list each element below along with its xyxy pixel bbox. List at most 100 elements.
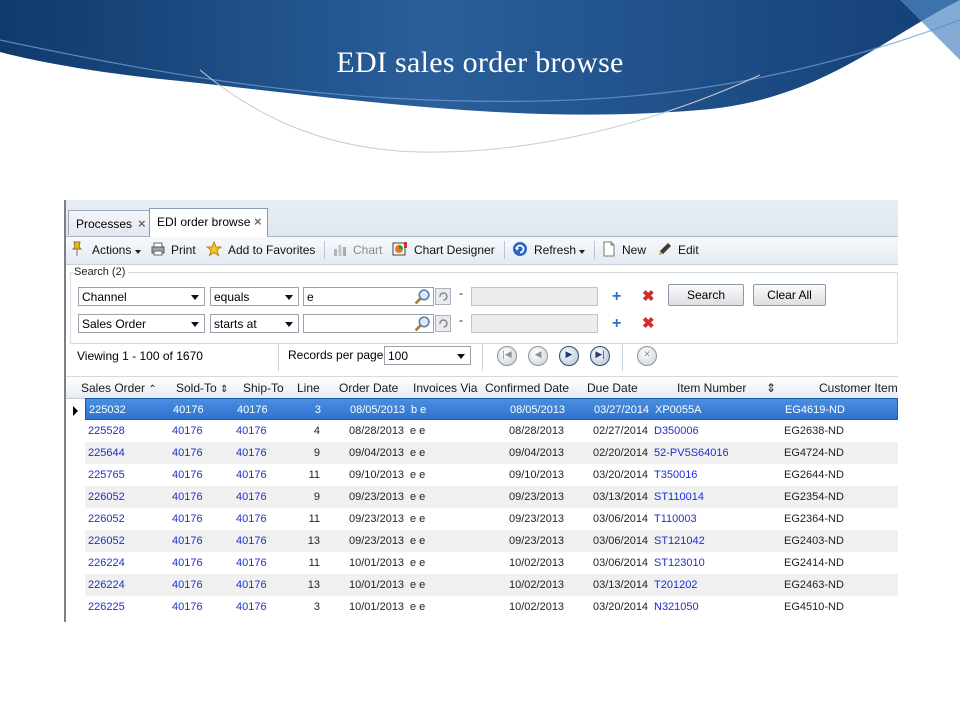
undo-icon[interactable] xyxy=(435,288,451,305)
cell-ship-to[interactable]: 40176 xyxy=(236,535,267,547)
cell-item-number[interactable]: ST123010 xyxy=(654,557,705,569)
cell-item-number[interactable]: 52-PV5S64016 xyxy=(654,447,729,459)
cell-item-number[interactable]: XP0055A xyxy=(655,404,701,416)
new-button[interactable]: New xyxy=(622,243,646,257)
cell-line: 9 xyxy=(313,447,320,459)
cell-due-date: 03/13/2014 xyxy=(593,491,649,503)
last-page-button[interactable]: ▶| xyxy=(590,346,610,366)
table-row[interactable]: 226224 40176 40176 13 10/01/2013 e e 10/… xyxy=(85,574,898,596)
cancel-button[interactable]: ✕ xyxy=(637,346,657,366)
cell-sales-order[interactable]: 226052 xyxy=(88,535,125,547)
column-header-invoices-via[interactable]: Invoices Via xyxy=(413,381,477,395)
column-header-order-date[interactable]: Order Date xyxy=(339,381,398,395)
plus-icon[interactable]: + xyxy=(612,289,621,305)
cell-sales-order[interactable]: 225765 xyxy=(88,469,125,481)
cell-sold-to[interactable]: 40176 xyxy=(172,425,203,437)
cell-ship-to[interactable]: 40176 xyxy=(236,469,267,481)
add-to-favorites-button[interactable]: Add to Favorites xyxy=(228,243,315,257)
cell-sold-to[interactable]: 40176 xyxy=(172,469,203,481)
cell-invoices-via: e e xyxy=(410,535,426,547)
cell-ship-to[interactable]: 40176 xyxy=(236,447,267,459)
cell-ship-to[interactable]: 40176 xyxy=(236,425,267,437)
cell-sold-to[interactable]: 40176 xyxy=(172,601,203,613)
cell-item-number[interactable]: ST110014 xyxy=(654,491,704,503)
table-row[interactable]: 226052 40176 40176 13 09/23/2013 e e 09/… xyxy=(85,530,898,552)
search-field-select[interactable]: Channel xyxy=(78,287,205,306)
cell-item-number[interactable]: T201202 xyxy=(654,579,697,591)
x-icon[interactable]: ✖ xyxy=(642,316,655,331)
close-icon[interactable]: × xyxy=(138,216,146,231)
cell-sales-order[interactable]: 226224 xyxy=(88,557,125,569)
search-range-end-input[interactable] xyxy=(471,314,598,333)
slide-title: EDI sales order browse xyxy=(336,46,624,79)
cell-due-date: 03/20/2014 xyxy=(593,469,649,481)
plus-icon[interactable]: + xyxy=(612,316,621,332)
close-icon[interactable]: × xyxy=(254,214,262,229)
cell-item-number[interactable]: T350016 xyxy=(654,469,697,481)
column-header-sold-to[interactable]: Sold-To ⇕ xyxy=(176,381,228,395)
tab-edi-order-browse[interactable]: EDI order browse × xyxy=(149,208,268,237)
column-header-ship-to[interactable]: Ship-To xyxy=(243,381,284,395)
cell-ship-to[interactable]: 40176 xyxy=(236,557,267,569)
column-header-sales-order[interactable]: Sales Order ⌃ xyxy=(81,381,157,395)
cell-sold-to[interactable]: 40176 xyxy=(173,404,204,416)
cell-sales-order[interactable]: 226052 xyxy=(88,491,125,503)
cell-sales-order[interactable]: 225032 xyxy=(89,404,126,416)
search-operator-select[interactable]: starts at xyxy=(210,314,299,333)
cell-sold-to[interactable]: 40176 xyxy=(172,557,203,569)
cell-sales-order[interactable]: 226224 xyxy=(88,579,125,591)
table-row[interactable]: 226224 40176 40176 11 10/01/2013 e e 10/… xyxy=(85,552,898,574)
cell-sold-to[interactable]: 40176 xyxy=(172,491,203,503)
table-row[interactable]: 226052 40176 40176 9 09/23/2013 e e 09/2… xyxy=(85,486,898,508)
cell-item-number[interactable]: D350006 xyxy=(654,425,699,437)
cell-sold-to[interactable]: 40176 xyxy=(172,535,203,547)
chevron-down-icon xyxy=(285,295,293,300)
actions-button[interactable]: Actions xyxy=(92,243,141,257)
chart-button[interactable]: Chart xyxy=(353,243,382,257)
column-header-confirmed-date[interactable]: Confirmed Date xyxy=(485,381,569,395)
table-row[interactable]: 225644 40176 40176 9 09/04/2013 e e 09/0… xyxy=(85,442,898,464)
column-header-due-date[interactable]: Due Date xyxy=(587,381,638,395)
table-row[interactable]: 225528 40176 40176 4 08/28/2013 e e 08/2… xyxy=(85,420,898,442)
cell-item-number[interactable]: N321050 xyxy=(654,601,699,613)
magnifier-icon[interactable] xyxy=(414,315,431,332)
cell-ship-to[interactable]: 40176 xyxy=(236,601,267,613)
cell-sales-order[interactable]: 226052 xyxy=(88,513,125,525)
search-field-select[interactable]: Sales Order xyxy=(78,314,205,333)
print-button[interactable]: Print xyxy=(171,243,196,257)
records-per-page-select[interactable]: 100 xyxy=(384,346,471,365)
cell-ship-to[interactable]: 40176 xyxy=(236,579,267,591)
cell-sales-order[interactable]: 225644 xyxy=(88,447,125,459)
edit-button[interactable]: Edit xyxy=(678,243,699,257)
table-row[interactable]: 225765 40176 40176 11 09/10/2013 e e 09/… xyxy=(85,464,898,486)
x-icon[interactable]: ✖ xyxy=(642,289,655,304)
cell-ship-to[interactable]: 40176 xyxy=(236,491,267,503)
table-row[interactable]: 225032 40176 40176 3 08/05/2013 b e 08/0… xyxy=(85,398,898,420)
column-header-customer-item[interactable]: Customer Item xyxy=(819,381,898,395)
tab-processes[interactable]: Processes × xyxy=(68,210,150,235)
search-button[interactable]: Search xyxy=(668,284,744,306)
search-range-end-input[interactable] xyxy=(471,287,598,306)
column-header-line[interactable]: Line xyxy=(297,381,320,395)
next-page-button[interactable]: ▶ xyxy=(559,346,579,366)
first-page-button[interactable]: |◀ xyxy=(497,346,517,366)
magnifier-icon[interactable] xyxy=(414,288,431,305)
chart-designer-button[interactable]: Chart Designer xyxy=(414,243,495,257)
table-row[interactable]: 226225 40176 40176 3 10/01/2013 e e 10/0… xyxy=(85,596,898,618)
cell-sold-to[interactable]: 40176 xyxy=(172,447,203,459)
cell-ship-to[interactable]: 40176 xyxy=(237,404,268,416)
clear-all-button[interactable]: Clear All xyxy=(753,284,826,306)
undo-icon[interactable] xyxy=(435,315,451,332)
cell-item-number[interactable]: ST121042 xyxy=(654,535,705,547)
cell-item-number[interactable]: T110003 xyxy=(654,513,697,525)
cell-sold-to[interactable]: 40176 xyxy=(172,513,203,525)
cell-sold-to[interactable]: 40176 xyxy=(172,579,203,591)
refresh-button[interactable]: Refresh xyxy=(534,243,586,257)
column-header-item-number[interactable]: Item Number xyxy=(677,381,746,395)
cell-sales-order[interactable]: 226225 xyxy=(88,601,125,613)
search-operator-select[interactable]: equals xyxy=(210,287,299,306)
previous-page-button[interactable]: ◀ xyxy=(528,346,548,366)
table-row[interactable]: 226052 40176 40176 11 09/23/2013 e e 09/… xyxy=(85,508,898,530)
cell-sales-order[interactable]: 225528 xyxy=(88,425,125,437)
cell-ship-to[interactable]: 40176 xyxy=(236,513,267,525)
